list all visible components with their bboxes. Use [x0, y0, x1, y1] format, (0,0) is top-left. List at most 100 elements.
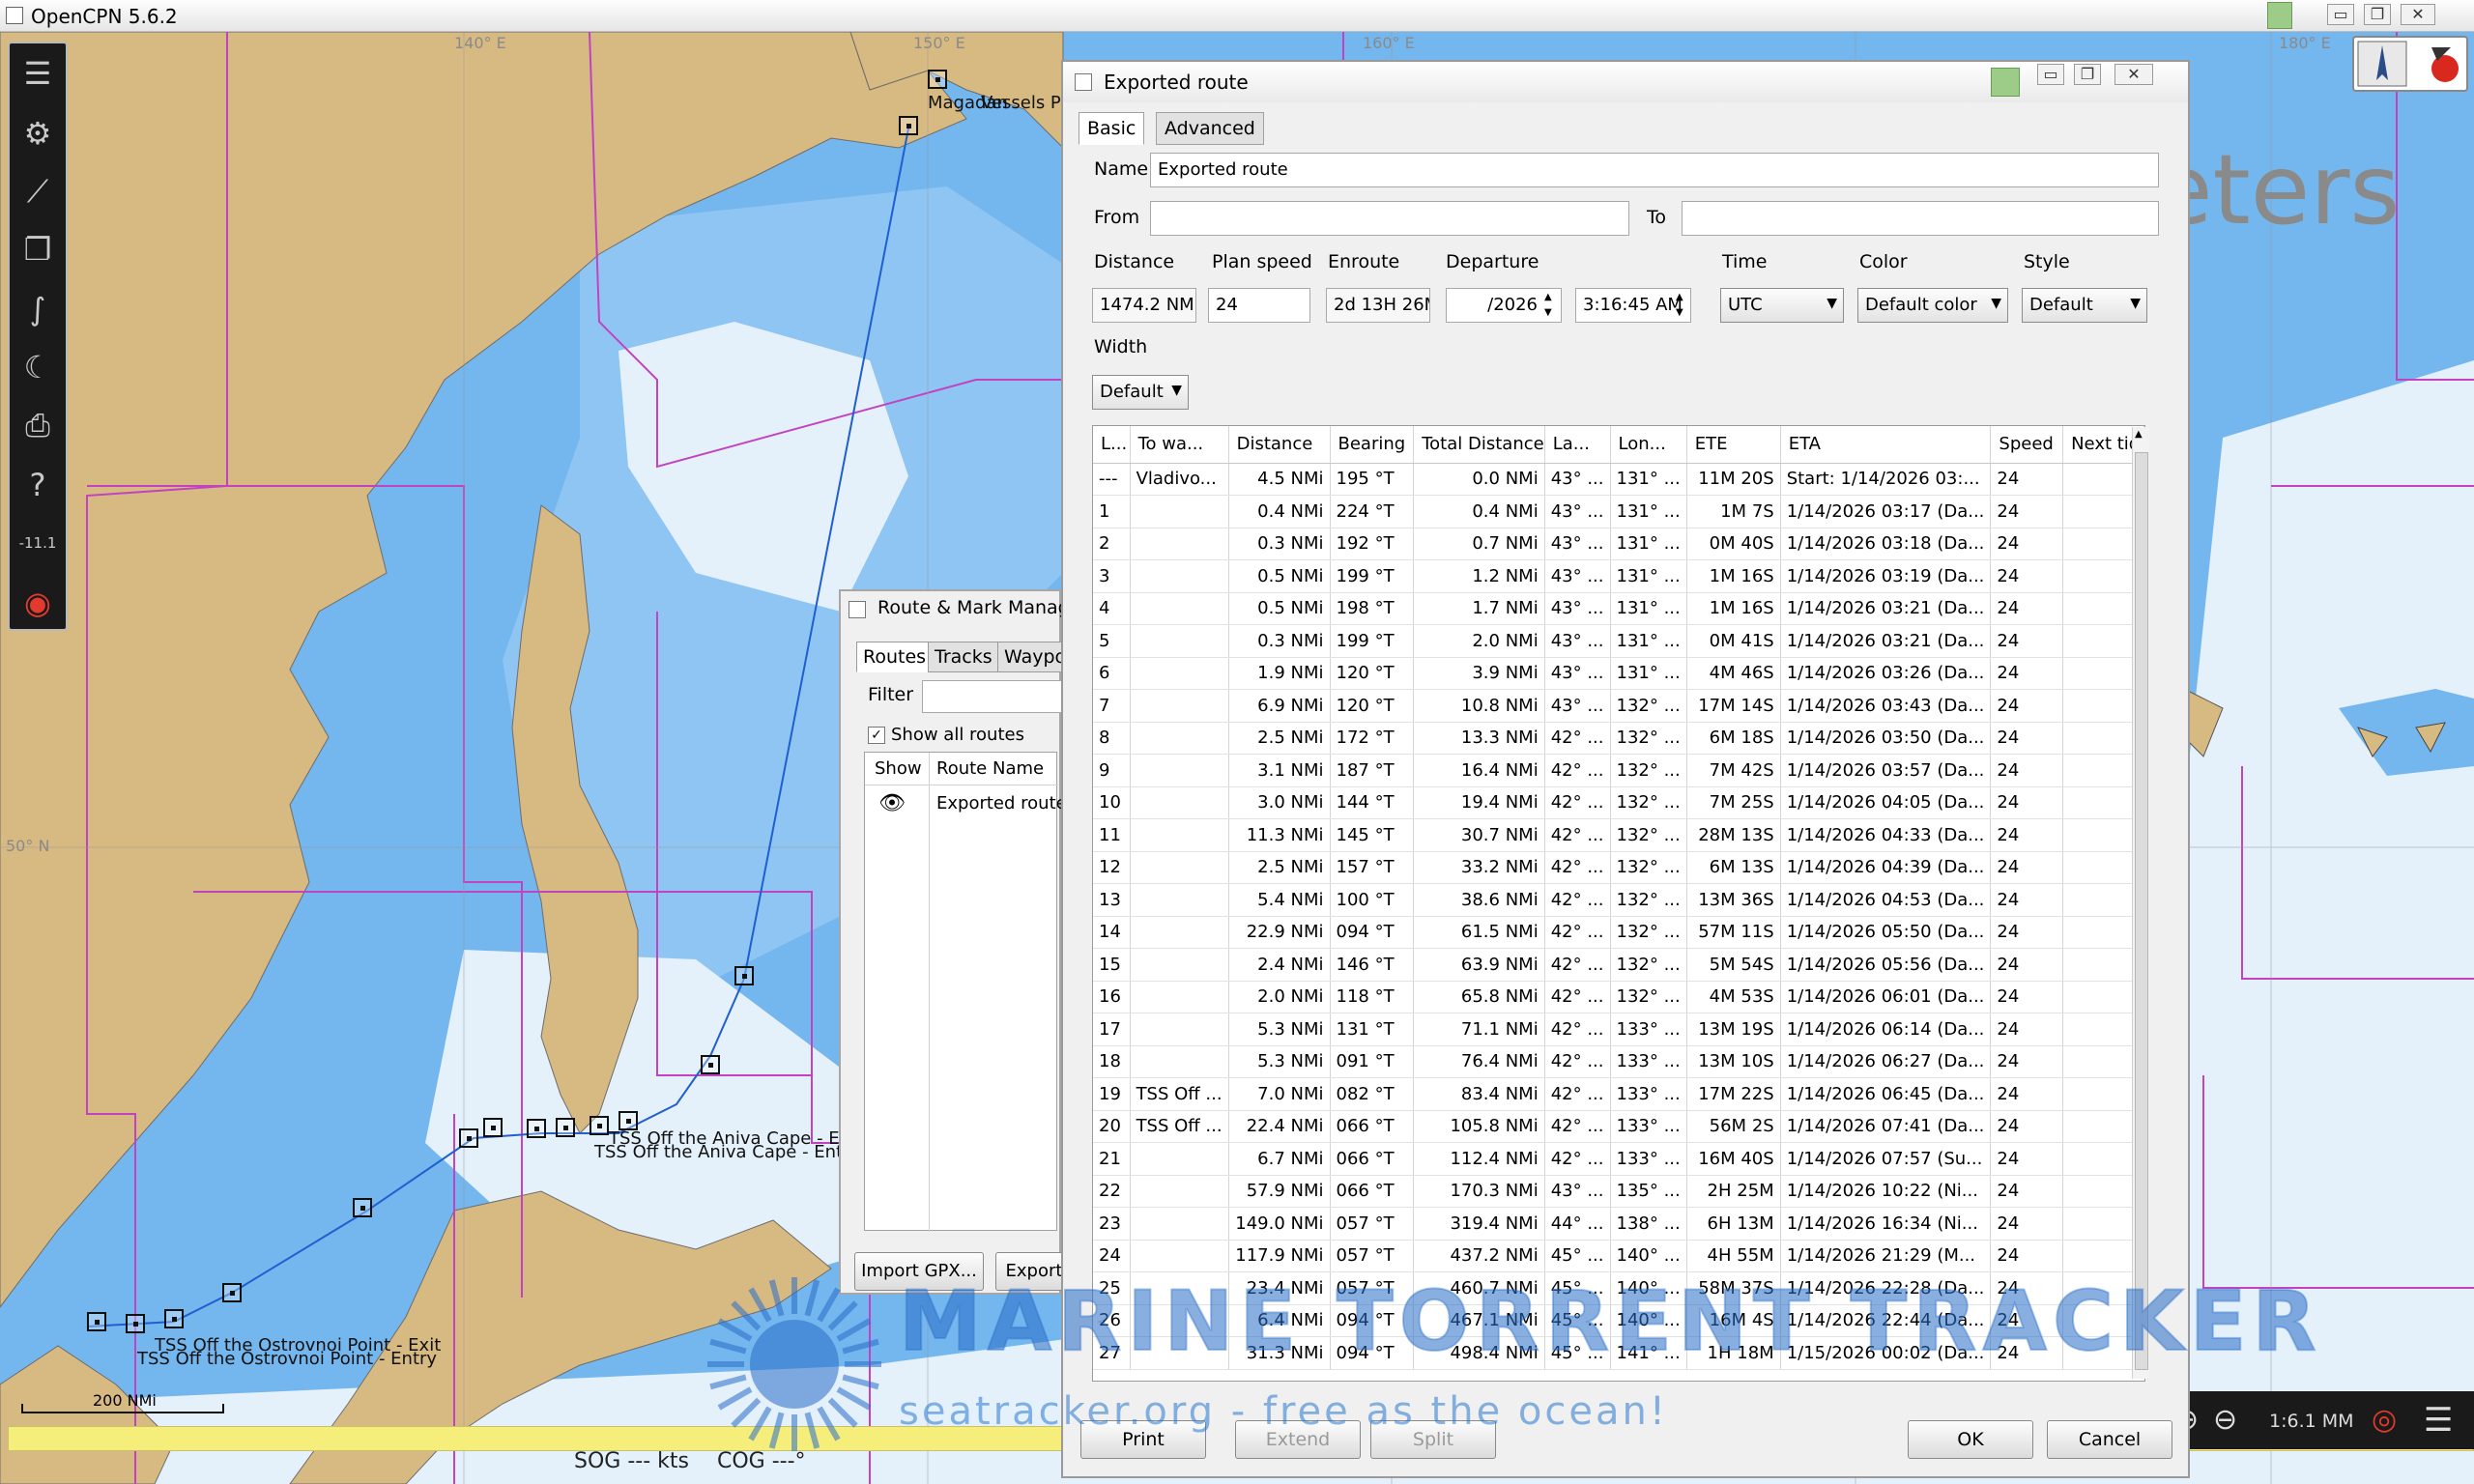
waypoint-marker[interactable]	[899, 116, 918, 135]
table-row[interactable]: 1 0.4 NMi 224 °T 0.4 NMi 43° ... 131° ... 1M 7…	[1093, 495, 2144, 528]
table-row[interactable]: 22 57.9 NMi 066 °T 170.3 NMi 43° ... 135° ...…	[1093, 1175, 2144, 1208]
departure-time-picker[interactable]: 3:16:45 AM	[1575, 288, 1691, 323]
waypoint-marker[interactable]	[459, 1128, 478, 1148]
waypoint-marker[interactable]	[164, 1309, 184, 1328]
tab-tracks[interactable]: Tracks	[928, 642, 999, 672]
column-header[interactable]: Bearing	[1330, 426, 1415, 464]
time-spinner-icon[interactable]: ▲ ▼	[1676, 290, 1683, 321]
night-mode-icon[interactable]: ☾	[15, 345, 60, 389]
waypoint-marker[interactable]	[353, 1198, 372, 1217]
close-button[interactable]: ✕	[2401, 4, 2435, 25]
column-header[interactable]: Speed	[1990, 426, 2064, 464]
waypoint-marker[interactable]	[527, 1119, 546, 1138]
table-cell: 1/14/2026 03:19 (Da...	[1780, 559, 1992, 593]
from-label: From	[1094, 207, 1140, 228]
enroute-field: 2d 13H 26M	[1326, 288, 1430, 323]
dialog-close-button[interactable]: ✕	[2114, 64, 2153, 85]
dialog-minimize-button[interactable]: ▭	[2037, 64, 2064, 85]
waypoint-marker[interactable]	[556, 1118, 575, 1137]
table-row[interactable]: 23 149.0 NMi 057 °T 319.4 NMi 44° ... 138° ..…	[1093, 1207, 2144, 1241]
table-row[interactable]: 14 22.9 NMi 094 °T 61.5 NMi 42° ... 132° ... 5…	[1093, 916, 2144, 949]
table-row[interactable]: 6 1.9 NMi 120 °T 3.9 NMi 43° ... 131° ... 4M 4…	[1093, 657, 2144, 690]
table-cell: 131° ...	[1610, 657, 1687, 690]
plan-speed-input[interactable]: 24	[1208, 288, 1310, 323]
table-row[interactable]: 4 0.5 NMi 198 °T 1.7 NMi 43° ... 131° ... 1M 1…	[1093, 592, 2144, 625]
table-row[interactable]: 12 2.5 NMi 157 °T 33.2 NMi 42° ... 132° ... 6M…	[1093, 851, 2144, 884]
tab-advanced[interactable]: Advanced	[1156, 112, 1264, 145]
menu-icon[interactable]: ☰	[15, 51, 60, 96]
table-row[interactable]: 21 6.7 NMi 066 °T 112.4 NMi 42° ... 133° ... 1…	[1093, 1142, 2144, 1176]
width-select[interactable]: Default ▼	[1092, 375, 1189, 410]
tab-basic[interactable]: Basic	[1079, 112, 1145, 145]
zoom-badge[interactable]: -11.1	[15, 521, 60, 565]
ok-button[interactable]: OK	[1908, 1420, 2033, 1459]
table-row[interactable]: 19 TSS Off ... 7.0 NMi 082 °T 83.4 NMi 42° ..…	[1093, 1077, 2144, 1111]
compass-widget[interactable]	[2352, 36, 2468, 92]
column-header[interactable]: ETE	[1686, 426, 1781, 464]
cancel-button[interactable]: Cancel	[2047, 1420, 2172, 1459]
help-icon[interactable]: ?	[15, 463, 60, 507]
layers-icon[interactable]	[2267, 2, 2292, 29]
to-input[interactable]	[1682, 201, 2159, 236]
table-row[interactable]: 15 2.4 NMi 146 °T 63.9 NMi 42° ... 132° ... 5M…	[1093, 948, 2144, 982]
maximize-button[interactable]: ❐	[2364, 4, 2391, 25]
minimize-button[interactable]: ▭	[2327, 4, 2354, 25]
table-row[interactable]: 9 3.1 NMi 187 °T 16.4 NMi 42° ... 132° ... 7M …	[1093, 754, 2144, 787]
table-row[interactable]: 16 2.0 NMi 118 °T 65.8 NMi 42° ... 132° ... 4M…	[1093, 981, 2144, 1013]
dialog-maximize-button[interactable]: ❐	[2074, 64, 2101, 85]
style-select[interactable]: Default ▼	[2022, 288, 2147, 323]
route-icon[interactable]: ⟋	[15, 169, 60, 214]
hamburger-menu-icon[interactable]: ☰	[2424, 1401, 2453, 1440]
waypoint-marker[interactable]	[590, 1116, 609, 1135]
filter-input[interactable]	[922, 680, 1077, 713]
tab-routes[interactable]: Routes	[856, 642, 934, 672]
waypoint-marker[interactable]	[701, 1055, 720, 1074]
color-select[interactable]: Default color ▼	[1857, 288, 2008, 323]
table-row[interactable]: 2 0.3 NMi 192 °T 0.7 NMi 43° ... 131° ... 0M 4…	[1093, 528, 2144, 560]
waypoint-marker[interactable]	[222, 1283, 242, 1302]
waypoint-marker[interactable]	[483, 1118, 503, 1137]
eye-icon[interactable]: 👁	[878, 791, 906, 815]
route-list-item[interactable]: Exported route	[936, 793, 1067, 813]
column-header[interactable]: La...	[1544, 426, 1611, 464]
waypoint-marker[interactable]	[928, 70, 947, 89]
settings-gear-icon[interactable]: ⚙	[15, 111, 60, 156]
table-row[interactable]: 5 0.3 NMi 199 °T 2.0 NMi 43° ... 131° ... 0M 4…	[1093, 624, 2144, 658]
table-row[interactable]: 7 6.9 NMi 120 °T 10.8 NMi 43° ... 132° ... 17M…	[1093, 689, 2144, 723]
date-spinner-icon[interactable]: ▲ ▼	[1544, 290, 1552, 321]
table-row[interactable]: 13 5.4 NMi 100 °T 38.6 NMi 42° ... 132° ... 13…	[1093, 883, 2144, 917]
scrollbar-thumb[interactable]	[2135, 452, 2148, 1370]
lifebuoy-icon[interactable]: ◉	[15, 581, 60, 625]
show-all-checkbox[interactable]: ✓	[868, 727, 885, 744]
column-header[interactable]: L...	[1093, 426, 1131, 464]
column-header[interactable]: To wa...	[1130, 426, 1229, 464]
waypoint-marker[interactable]	[126, 1314, 145, 1333]
waypoint-marker[interactable]	[618, 1111, 638, 1130]
layers-icon[interactable]	[1991, 68, 2020, 97]
waypoint-marker[interactable]	[734, 966, 754, 985]
column-header[interactable]: ETA	[1780, 426, 1992, 464]
scroll-up-icon[interactable]: ▲	[2135, 429, 2143, 440]
from-input[interactable]	[1150, 201, 1629, 236]
compass-rose-icon[interactable]: ◎	[2372, 1403, 2397, 1437]
route-manager-icon[interactable]: ❐	[15, 227, 60, 271]
zoom-out-icon[interactable]: ⊖	[2213, 1403, 2237, 1437]
table-row[interactable]: 10 3.0 NMi 144 °T 19.4 NMi 42° ... 132° ... 7M…	[1093, 786, 2144, 819]
route-name-input[interactable]: Exported route	[1150, 153, 2159, 187]
print-icon[interactable]: ⎙	[15, 403, 60, 447]
track-icon[interactable]: ∫	[15, 287, 60, 331]
table-row[interactable]: 17 5.3 NMi 131 °T 71.1 NMi 42° ... 133° ... 13…	[1093, 1013, 2144, 1046]
column-header[interactable]: Total Distance	[1413, 426, 1545, 464]
table-row[interactable]: 20 TSS Off ... 22.4 NMi 066 °T 105.8 NMi 42° …	[1093, 1110, 2144, 1143]
table-row[interactable]: 24 117.9 NMi 057 °T 437.2 NMi 45° ... 140° ..…	[1093, 1240, 2144, 1272]
table-row[interactable]: 8 2.5 NMi 172 °T 13.3 NMi 42° ... 132° ... 6M …	[1093, 722, 2144, 755]
table-row[interactable]: --- Vladivo... 4.5 NMi 195 °T 0.0 NMi 43° ...…	[1093, 463, 2144, 496]
table-row[interactable]: 18 5.3 NMi 091 °T 76.4 NMi 42° ... 133° ... 13…	[1093, 1045, 2144, 1078]
waypoint-marker[interactable]	[87, 1312, 106, 1331]
table-row[interactable]: 3 0.5 NMi 199 °T 1.2 NMi 43° ... 131° ... 1M 1…	[1093, 559, 2144, 593]
table-scrollbar[interactable]: ▲	[2132, 427, 2149, 1379]
timezone-select[interactable]: UTC ▼	[1720, 288, 1844, 323]
table-row[interactable]: 11 11.3 NMi 145 °T 30.7 NMi 42° ... 132° ... 2…	[1093, 818, 2144, 852]
column-header[interactable]: Lon...	[1610, 426, 1687, 464]
column-header[interactable]: Distance	[1228, 426, 1331, 464]
